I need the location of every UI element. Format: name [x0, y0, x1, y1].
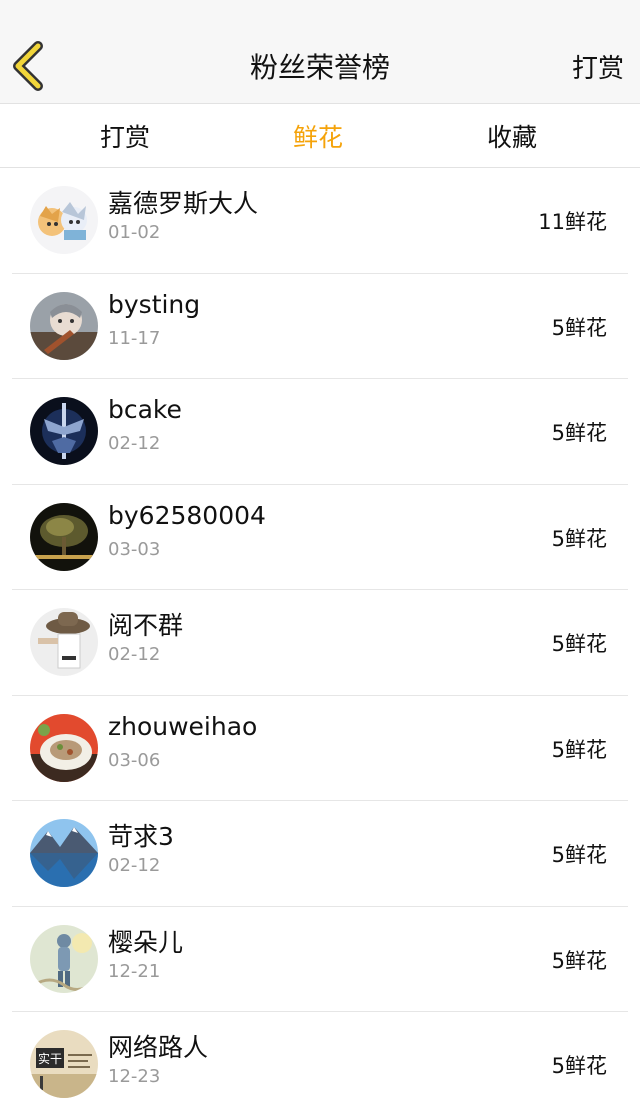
- list-item[interactable]: 樱朵儿 12-21 5鲜花: [0, 907, 640, 1013]
- fan-name: zhouweihao: [108, 711, 258, 741]
- fan-name: bysting: [108, 289, 201, 319]
- fan-date: 12-21: [108, 960, 161, 982]
- avatar: 实干: [30, 1030, 98, 1098]
- reward-button[interactable]: 打赏: [572, 48, 624, 85]
- fan-name: 网络路人: [108, 1033, 209, 1062]
- fan-date: 03-03: [108, 538, 161, 560]
- fan-name: bcake: [108, 395, 182, 424]
- list-item[interactable]: 嘉德罗斯大人 01-02 11鲜花: [0, 168, 640, 274]
- fan-date: 03-06: [108, 749, 161, 771]
- avatar: [30, 502, 98, 571]
- list-item[interactable]: 实干 网络路人 12-23 5鲜花: [0, 1012, 640, 1115]
- flower-count: 5鲜花: [551, 526, 607, 551]
- flower-count: 5鲜花: [551, 1054, 607, 1078]
- flower-count: 5鲜花: [551, 948, 607, 973]
- tab-favorites[interactable]: 收藏: [452, 118, 572, 154]
- avatar: [30, 291, 98, 360]
- avatar: [30, 608, 98, 676]
- avatar: [30, 186, 98, 254]
- fan-date: 11-17: [108, 327, 161, 349]
- flower-count: 5鲜花: [551, 737, 607, 762]
- nav-bar: 粉丝荣誉榜 打赏: [0, 0, 640, 104]
- fan-date: 02-12: [108, 433, 161, 454]
- list-item[interactable]: bysting 11-17 5鲜花: [0, 274, 640, 380]
- flower-count: 5鲜花: [551, 421, 607, 445]
- tab-reward[interactable]: 打赏: [65, 118, 185, 154]
- list-item[interactable]: 苛求3 02-12 5鲜花: [0, 801, 640, 907]
- page-title: 粉丝荣誉榜: [249, 51, 390, 84]
- avatar: [30, 713, 98, 782]
- tab-flowers[interactable]: 鲜花: [258, 118, 378, 154]
- list-item[interactable]: zhouweihao 03-06 5鲜花: [0, 696, 640, 802]
- fan-name: 阅不群: [108, 611, 184, 640]
- fan-name: by62580004: [108, 500, 266, 530]
- fan-date: 12-23: [108, 1066, 161, 1087]
- fan-list: 嘉德罗斯大人 01-02 11鲜花 bysting 11-17 5鲜花 bcak…: [0, 168, 640, 1115]
- fan-name: 嘉德罗斯大人: [108, 189, 259, 218]
- avatar: [30, 819, 98, 887]
- list-item[interactable]: by62580004 03-03 5鲜花: [0, 485, 640, 591]
- avatar: [30, 397, 98, 465]
- tab-bar: 打赏 鲜花 收藏: [0, 104, 640, 168]
- list-item[interactable]: 阅不群 02-12 5鲜花: [0, 590, 640, 696]
- fan-date: 02-12: [108, 855, 161, 876]
- fan-date: 01-02: [108, 222, 161, 243]
- fan-name: 苛求3: [108, 822, 174, 851]
- avatar-text: 实干: [38, 1051, 62, 1066]
- flower-count: 5鲜花: [551, 843, 607, 867]
- flower-count: 5鲜花: [551, 632, 607, 656]
- flower-count: 11鲜花: [538, 210, 607, 234]
- list-item[interactable]: bcake 02-12 5鲜花: [0, 379, 640, 485]
- avatar: [30, 924, 98, 993]
- flower-count: 5鲜花: [551, 315, 607, 340]
- fan-name: 樱朵儿: [108, 927, 184, 957]
- fan-date: 02-12: [108, 644, 161, 665]
